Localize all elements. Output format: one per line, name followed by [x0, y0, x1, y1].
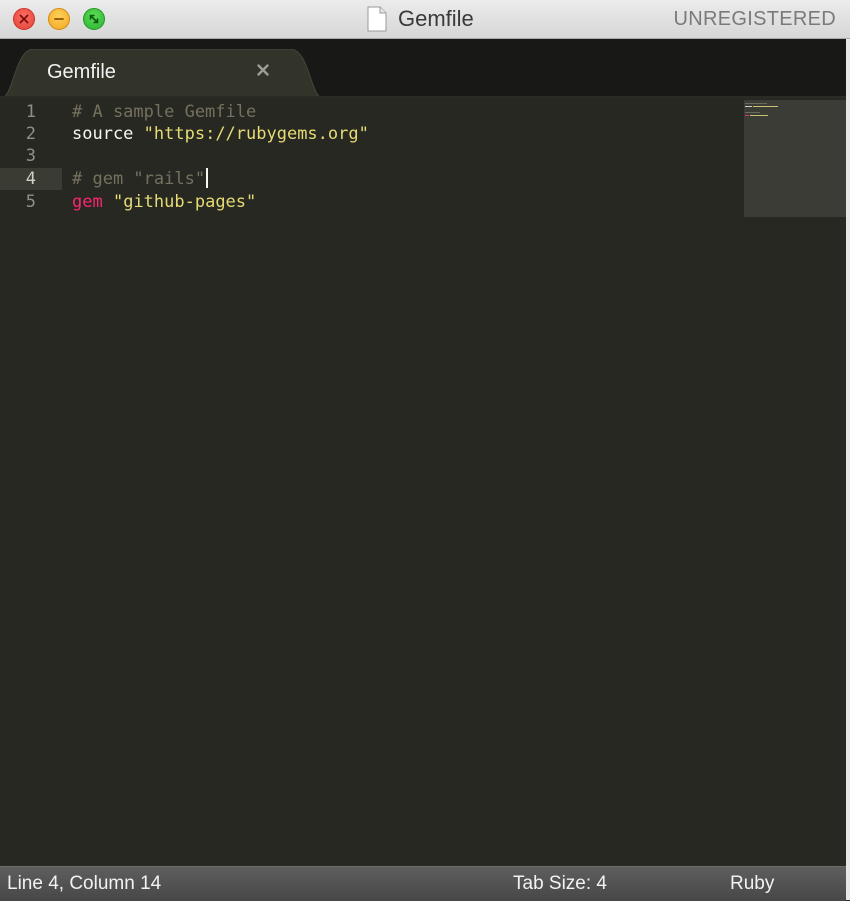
document-icon — [367, 6, 387, 32]
minimap-line — [745, 112, 760, 113]
code-line[interactable]: 2 source "https://rubygems.org" — [0, 123, 846, 145]
cursor-position: Line 4, Column 14 — [7, 873, 162, 894]
line-number: 5 — [25, 192, 36, 212]
code-line-active[interactable]: 4 # gem "rails" — [0, 168, 846, 190]
minimize-window-icon[interactable] — [48, 8, 70, 30]
code-editor[interactable]: 1 # A sample Gemfile 2 source "https://r… — [0, 98, 846, 866]
code-text: # A sample Gemfile — [72, 101, 256, 123]
minimap[interactable] — [744, 100, 846, 217]
window-title: Gemfile — [398, 6, 474, 31]
minimap-line — [745, 115, 749, 116]
license-status: UNREGISTERED — [673, 8, 836, 30]
minimap-line — [753, 106, 778, 107]
tab-gemfile[interactable]: Gemfile — [0, 49, 330, 99]
code-text: # gem "rails" — [72, 168, 209, 190]
code-text: source "https://rubygems.org" — [72, 123, 369, 145]
line-number-gutter — [0, 98, 62, 866]
line-number: 3 — [25, 146, 36, 166]
code-line[interactable]: 1 # A sample Gemfile — [0, 101, 846, 123]
code-text: gem "github-pages" — [72, 191, 256, 213]
code-line[interactable]: 3 — [0, 145, 846, 167]
tab-strip: Gemfile — [0, 39, 846, 99]
keyword-token: source — [72, 124, 134, 144]
zoom-window-icon[interactable] — [83, 8, 105, 30]
status-bar: Line 4, Column 14 Tab Size: 4 Ruby — [0, 866, 846, 901]
line-number: 4 — [25, 169, 36, 189]
tab-size-setting[interactable]: Tab Size: 4 — [513, 867, 607, 901]
comment-token: # A sample Gemfile — [72, 102, 257, 122]
close-window-icon[interactable] — [13, 8, 35, 30]
tab-label: Gemfile — [47, 61, 116, 83]
code-line[interactable]: 5 gem "github-pages" — [0, 191, 846, 213]
syntax-selector[interactable]: Ruby — [730, 867, 774, 901]
close-tab-icon[interactable] — [255, 62, 271, 78]
line-number: 1 — [25, 102, 36, 122]
minimap-line — [745, 106, 752, 107]
string-token: "github-pages" — [112, 192, 257, 212]
window-edge — [846, 39, 850, 900]
text-cursor — [206, 168, 209, 188]
minimap-line — [750, 115, 768, 116]
string-token: "https://rubygems.org" — [143, 124, 369, 144]
line-number: 2 — [25, 124, 36, 144]
minimap-line — [745, 103, 767, 104]
title-bar: Gemfile UNREGISTERED — [0, 0, 850, 39]
comment-token: # gem "rails" — [72, 169, 206, 189]
keyword-token: gem — [72, 192, 103, 212]
